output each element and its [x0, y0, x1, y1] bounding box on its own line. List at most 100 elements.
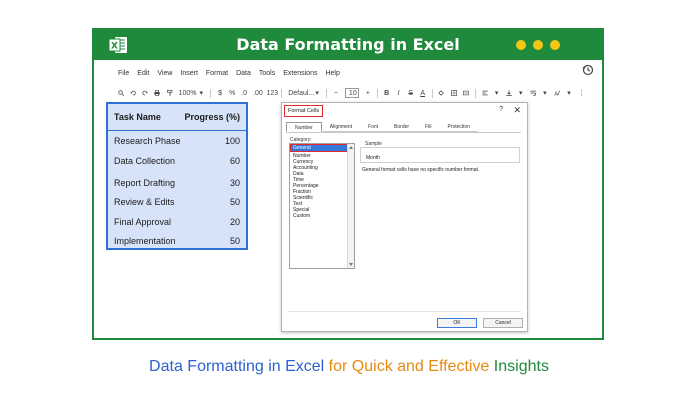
tab-fill[interactable]: Fill — [417, 122, 440, 132]
task-name-cell: Research Phase — [114, 136, 181, 146]
category-item-custom[interactable]: Custom — [293, 213, 310, 219]
table-row: Final Approval 20 — [114, 217, 240, 227]
category-item-general[interactable]: General — [290, 144, 348, 152]
ok-button[interactable]: OK — [437, 318, 477, 328]
menu-bar: File Edit View Insert Format Data Tools … — [118, 70, 340, 77]
category-list[interactable]: General Number Currency Accounting Data … — [289, 143, 355, 269]
borders-icon[interactable] — [450, 89, 457, 97]
header-divider — [108, 130, 246, 131]
sample-value: Month — [366, 155, 380, 161]
task-name-cell: Review & Edits — [114, 197, 175, 207]
caption: Data Formatting in Excel for Quick and E… — [0, 358, 698, 376]
undo-icon[interactable] — [130, 89, 136, 97]
tab-divider — [286, 132, 521, 133]
task-name-cell: Data Collection — [114, 156, 176, 166]
text-rotation-icon[interactable]: A — [554, 89, 560, 97]
paint-format-icon[interactable] — [166, 89, 173, 97]
scroll-up-icon[interactable] — [348, 145, 354, 151]
menu-data[interactable]: Data — [236, 70, 251, 77]
chevron-down-icon[interactable]: ▾ — [518, 89, 524, 97]
text-wrapping-icon[interactable] — [530, 89, 536, 97]
menu-format[interactable]: Format — [206, 70, 228, 77]
zoom-select[interactable]: 100% — [179, 90, 197, 97]
font-size-input[interactable]: 10 — [344, 88, 359, 98]
search-menus-icon[interactable] — [118, 89, 125, 97]
percent-format-button[interactable]: % — [229, 90, 235, 97]
print-icon[interactable] — [154, 89, 161, 97]
tab-number[interactable]: Number — [286, 122, 322, 132]
chevron-down-icon[interactable]: ▾ — [198, 89, 204, 97]
sample-group — [360, 147, 520, 163]
toolbar-divider — [326, 88, 327, 98]
caption-part-3: Insights — [493, 358, 549, 375]
progress-cell: 20 — [229, 217, 240, 227]
data-table: Task Name Progress (%) Research Phase 10… — [106, 102, 248, 250]
progress-cell: 60 — [229, 156, 240, 166]
tab-protection[interactable]: Protection — [439, 122, 478, 132]
increase-decimal-button[interactable]: .00 — [253, 90, 263, 97]
progress-cell: 100 — [224, 136, 240, 146]
menu-help[interactable]: Help — [325, 70, 339, 77]
sample-label: Sample — [364, 141, 383, 147]
chevron-down-icon[interactable]: ▾ — [566, 89, 572, 97]
toolbar-divider — [376, 88, 378, 98]
chevron-down-icon[interactable]: ▾ — [494, 89, 500, 97]
table-row: Review & Edits 50 — [114, 197, 240, 207]
toolbar: 100% ▾ $ % .0 .00 123 Defaul... ▾ − 10 +… — [118, 85, 585, 101]
title-bar: X Data Formatting in Excel — [94, 30, 602, 60]
merge-cells-icon[interactable] — [462, 89, 469, 97]
table-row: Research Phase 100 — [114, 136, 240, 146]
strikethrough-button[interactable]: S — [408, 90, 414, 97]
chevron-down-icon[interactable]: ▾ — [314, 89, 320, 97]
menu-tools[interactable]: Tools — [259, 70, 275, 77]
column-header-task-name: Task Name — [114, 112, 161, 122]
column-header-progress: Progress (%) — [184, 112, 240, 122]
window-dot-2[interactable] — [533, 40, 543, 50]
more-icon[interactable]: ⋮ — [578, 89, 585, 97]
toolbar-divider — [431, 88, 433, 98]
task-name-cell: Implementation — [114, 236, 176, 246]
help-icon[interactable]: ? — [499, 106, 503, 113]
text-color-button[interactable]: A — [420, 90, 426, 97]
menu-extensions[interactable]: Extensions — [283, 70, 317, 77]
menu-file[interactable]: File — [118, 70, 129, 77]
table-row: Data Collection 60 — [114, 156, 240, 166]
vertical-align-icon[interactable] — [506, 89, 512, 97]
window-controls — [516, 40, 560, 50]
bold-button[interactable]: B — [384, 90, 390, 97]
toolbar-divider — [281, 88, 283, 98]
toolbar-divider — [210, 88, 212, 98]
window-dot-3[interactable] — [550, 40, 560, 50]
tab-font[interactable]: Font — [360, 122, 387, 132]
italic-button[interactable]: I — [396, 90, 402, 97]
table-row: Report Drafting 30 — [114, 178, 240, 188]
currency-format-button[interactable]: $ — [217, 90, 223, 97]
more-formats-button[interactable]: 123 — [267, 90, 279, 97]
chevron-down-icon[interactable]: ▾ — [542, 89, 548, 97]
fill-color-icon[interactable] — [438, 89, 445, 97]
footer-divider — [288, 311, 521, 312]
redo-icon[interactable] — [142, 89, 148, 97]
table-header-row: Task Name Progress (%) — [114, 112, 240, 122]
close-icon[interactable]: ✕ — [513, 105, 521, 116]
menu-view[interactable]: View — [157, 70, 172, 77]
category-scrollbar[interactable] — [347, 144, 354, 268]
task-name-cell: Report Drafting — [114, 178, 176, 188]
tab-alignment[interactable]: Alignment — [321, 122, 361, 132]
progress-cell: 50 — [229, 197, 240, 207]
menu-insert[interactable]: Insert — [180, 70, 198, 77]
window-dot-1[interactable] — [516, 40, 526, 50]
cancel-button[interactable]: Cancel — [483, 318, 523, 328]
font-select[interactable]: Defaul... — [288, 90, 314, 97]
history-icon[interactable] — [582, 64, 594, 76]
tab-border[interactable]: Border — [386, 122, 418, 132]
decrease-decimal-button[interactable]: .0 — [241, 90, 247, 97]
progress-cell: 50 — [229, 236, 240, 246]
dialog-title: Format Cells — [284, 105, 324, 117]
svg-text:A: A — [554, 91, 558, 97]
scroll-down-icon[interactable] — [348, 261, 354, 267]
menu-edit[interactable]: Edit — [137, 70, 149, 77]
decrease-font-size-button[interactable]: − — [333, 90, 339, 97]
increase-font-size-button[interactable]: + — [365, 90, 371, 97]
horizontal-align-icon[interactable] — [481, 89, 488, 97]
